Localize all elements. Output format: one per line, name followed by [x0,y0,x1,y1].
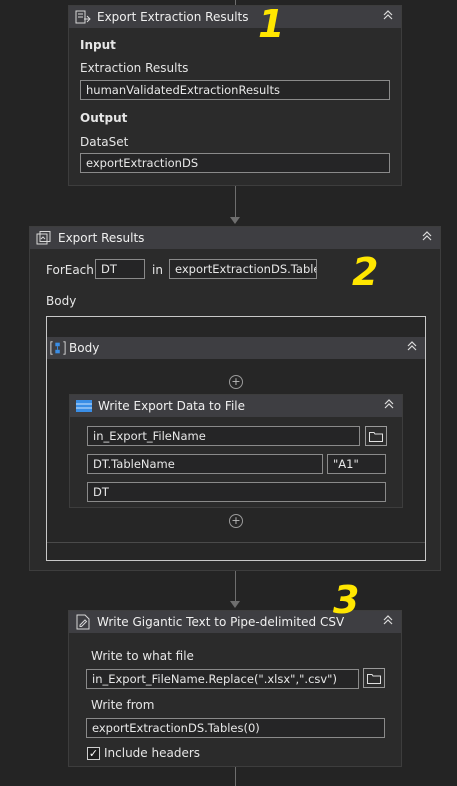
double-chevron-up-icon[interactable] [382,398,396,412]
write-export-data-activity[interactable]: Write Export Data to File in_Export_File… [69,394,403,508]
sequence-icon [50,341,66,355]
annotation-number-2: 2 [352,250,379,294]
write-csv-activity[interactable]: Write Gigantic Text to Pipe-delimited CS… [68,610,402,767]
foreach-collection-field[interactable]: exportExtractionDS.Tables [169,259,317,279]
export-icon [75,10,91,24]
activity-header[interactable]: Write Export Data to File [70,395,402,417]
output-section-header: Output [80,111,128,125]
activity-title: Write Gigantic Text to Pipe-delimited CS… [97,615,345,629]
double-chevron-up-icon[interactable] [381,614,395,628]
write-to-file-label: Write to what file [91,649,194,663]
write-from-label: Write from [91,698,155,712]
double-chevron-up-icon[interactable] [381,9,395,23]
sheet-name-field[interactable]: DT.TableName [87,454,323,474]
arrow-down-icon [230,601,240,608]
file-write-icon [75,614,91,630]
double-chevron-up-icon[interactable] [405,340,419,354]
folder-icon[interactable] [363,668,385,688]
include-headers-checkbox[interactable]: ✓ [87,747,100,760]
plus-circle-icon[interactable]: + [229,514,243,528]
activity-header[interactable]: Export Extraction Results [69,6,401,28]
connector-1-2 [235,186,236,218]
plus-circle-icon[interactable]: + [229,375,243,389]
activity-title: Write Export Data to File [98,399,245,413]
double-chevron-up-icon[interactable] [420,230,434,244]
activity-header[interactable]: Export Results [30,227,440,249]
foreach-item-field[interactable]: DT [95,259,145,279]
dataset-label: DataSet [80,135,129,149]
sequence-header[interactable]: Body [47,337,425,359]
arrow-down-icon [230,217,240,224]
activity-title: Export Results [58,231,145,245]
start-cell-field[interactable]: "A1" [327,454,386,474]
table-icon [76,399,92,413]
dataset-field[interactable]: exportExtractionDS [80,153,390,173]
extraction-results-field[interactable]: humanValidatedExtractionResults [80,80,390,100]
activity-title: Export Extraction Results [97,10,249,24]
export-extraction-results-activity[interactable]: Export Extraction Results Input Extracti… [68,5,402,186]
folder-icon[interactable] [365,426,387,446]
annotation-number-3: 3 [333,578,360,622]
connector-2-3 [235,571,236,602]
foreach-label: ForEach [46,263,94,277]
sequence-footer-divider [47,542,425,543]
connector-bottom [235,767,236,786]
body-label: Body [46,294,77,308]
sequence-title: Body [69,341,100,355]
write-to-file-field[interactable]: in_Export_FileName.Replace(".xlsx",".csv… [86,669,359,689]
write-from-field[interactable]: exportExtractionDS.Tables(0) [86,718,385,738]
export-results-foreach-activity[interactable]: Export Results ForEach DT in exportExtra… [29,226,441,571]
file-name-field[interactable]: in_Export_FileName [87,426,360,446]
datatable-field[interactable]: DT [87,482,386,502]
extraction-results-label: Extraction Results [80,61,189,75]
annotation-number-1: 1 [258,2,285,46]
body-sequence-container[interactable]: Body + Write Export Data to File in_Expo… [46,316,426,561]
include-headers-label: Include headers [104,746,201,760]
foreach-icon [36,231,52,245]
input-section-header: Input [80,38,116,52]
in-label: in [152,263,163,277]
